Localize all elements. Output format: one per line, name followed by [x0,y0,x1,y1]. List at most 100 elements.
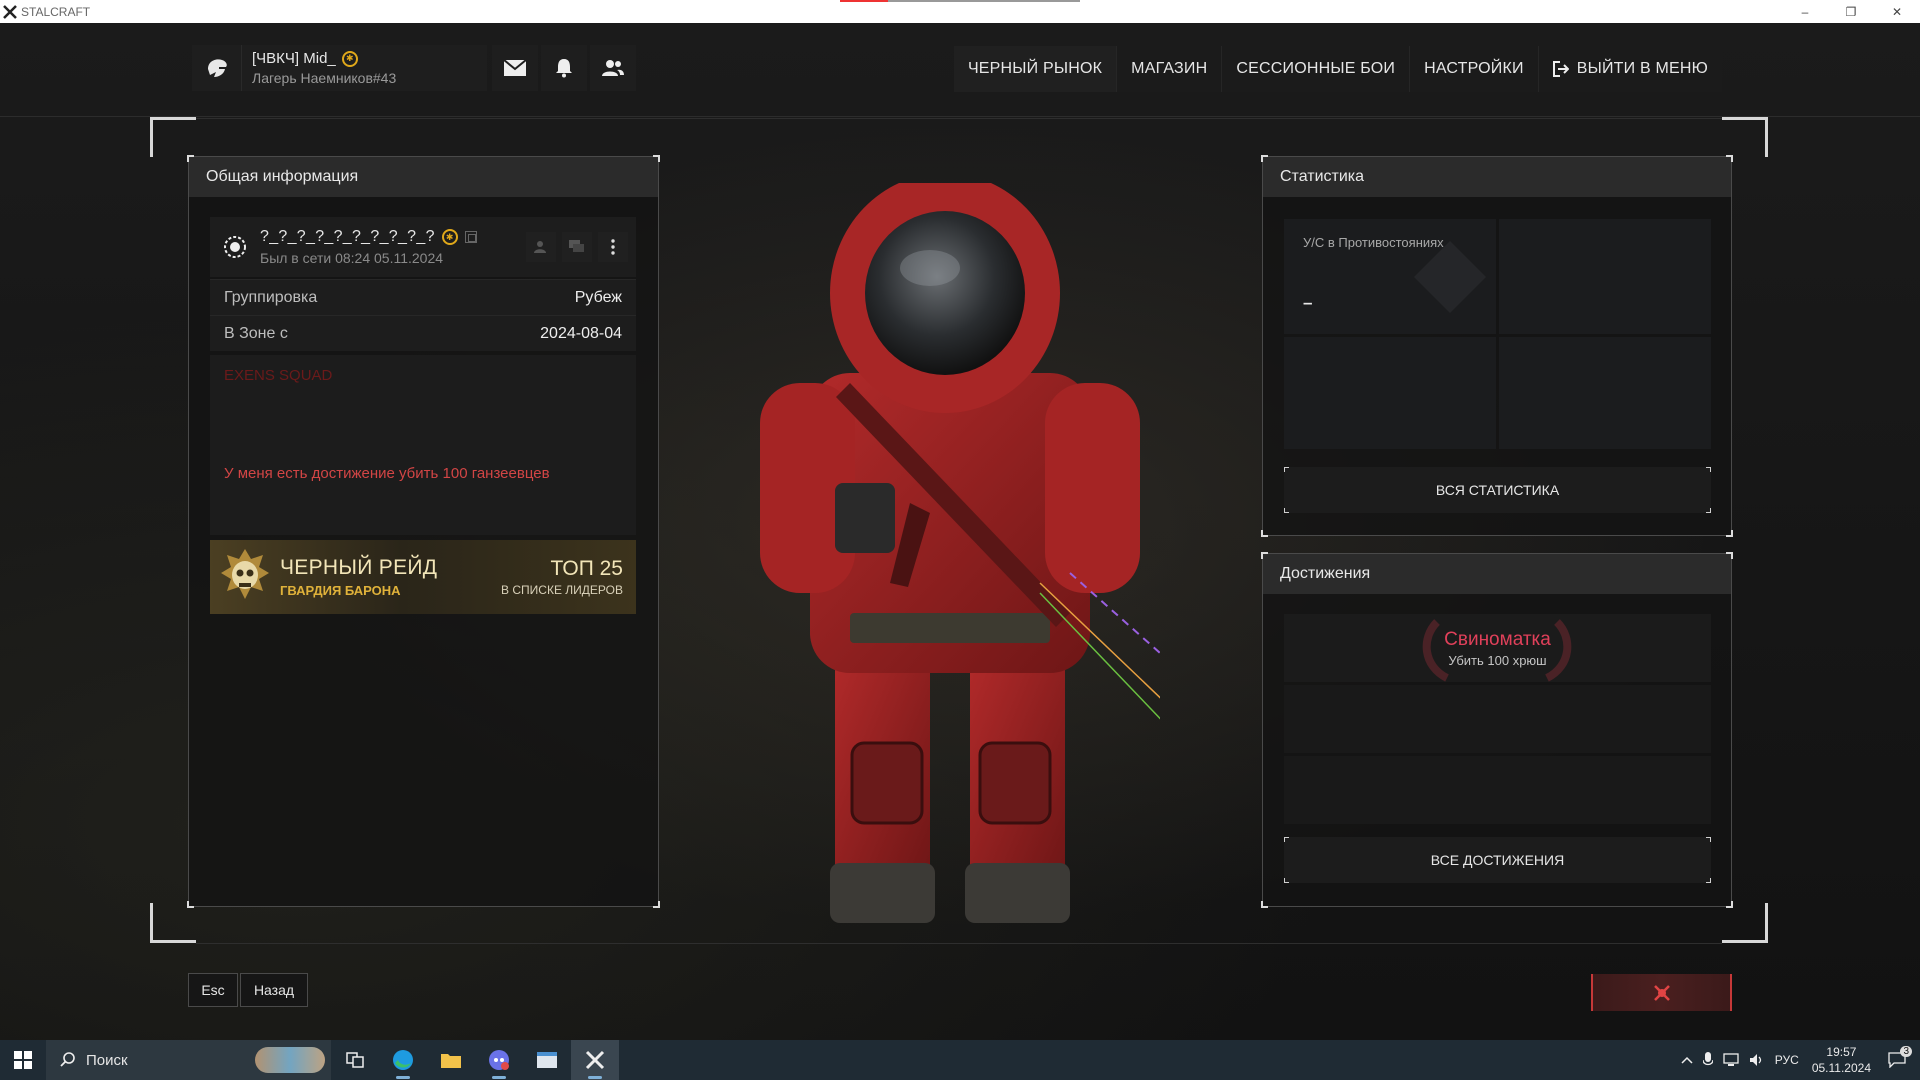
copy-icon[interactable] [464,231,477,243]
stat-cell-empty [1499,219,1711,334]
mail-icon [504,60,526,76]
faction-row: Группировка Рубеж [210,279,636,315]
faction-avatar-icon [192,45,242,91]
minimize-button[interactable]: – [1782,0,1828,23]
character-model [760,183,1160,923]
game-viewport: [ЧВКЧ] Mid_ ✱ Лагерь Наемников#43 ЧЕРНЫЙ… [0,23,1920,1040]
all-achievements-label: ВСЕ ДОСТИЖЕНИЯ [1430,852,1565,868]
nav-session-battles[interactable]: СЕССИОННЫЕ БОИ [1221,46,1409,92]
volume-icon[interactable] [1749,1053,1765,1067]
frame-bottom-line [196,943,1722,944]
stalcraft-logo-icon [3,4,17,19]
notifications-button[interactable] [541,45,587,91]
statistics-header: Статистика [1263,157,1731,197]
nav-exit-label: ВЫЙТИ В МЕНЮ [1576,60,1708,77]
taskbar-discord[interactable] [475,1040,523,1080]
notification-center-button[interactable]: 3 [1888,1046,1912,1068]
microphone-icon[interactable] [1702,1052,1713,1068]
all-statistics-button[interactable]: ВСЯ СТАТИСТИКА [1284,467,1711,513]
task-view-icon [346,1052,364,1068]
more-options-button[interactable] [598,232,628,262]
taskbar-search[interactable]: Поиск [46,1040,331,1080]
nav-shop[interactable]: МАГАЗИН [1116,46,1221,92]
friends-button[interactable] [590,45,636,91]
clock[interactable]: 19:57 05.11.2024 [1812,1044,1871,1076]
faction-label: Группировка [224,288,318,306]
close-button[interactable]: ✕ [1874,0,1920,23]
frame-top-line [196,118,1722,119]
esc-key-button[interactable]: Esc [188,973,238,1007]
profile-name: [ЧВКЧ] Mid_ [252,50,336,67]
frame-corner [150,117,196,157]
nav-settings[interactable]: НАСТРОЙКИ [1409,46,1538,92]
add-friend-icon [534,241,546,253]
restore-button[interactable]: ❐ [1828,0,1874,23]
bio-text: У меня есть достижение убить 100 ганзеев… [224,465,550,482]
search-highlight-image [255,1047,325,1073]
language-indicator[interactable]: РУС [1775,1053,1799,1067]
notification-count: 3 [1900,1046,1912,1057]
network-icon[interactable] [1723,1053,1739,1067]
profile-server: Лагерь Наемников#43 [252,70,397,86]
clock-date: 05.11.2024 [1811,1061,1871,1075]
chat-icon [569,240,584,252]
achievements-header: Достижения [1263,554,1731,594]
taskbar-explorer[interactable] [427,1040,475,1080]
all-achievements-button[interactable]: ВСЕ ДОСТИЖЕНИЯ [1284,837,1711,883]
raid-rank: ТОП 25 [550,557,623,580]
last-seen: Был в сети 08:24 05.11.2024 [260,250,444,266]
gold-badge-icon: ✱ [441,229,458,245]
friends-icon [602,60,624,76]
stats-grid: У/С в Противостояниях – [1284,219,1711,449]
bell-icon [556,59,572,78]
player-bio: EXENS SQUAD У меня есть достижение убить… [210,355,636,535]
nav-exit-to-menu[interactable]: ВЫЙТИ В МЕНЮ [1537,46,1722,92]
search-placeholder: Поиск [86,1051,128,1069]
discord-icon [489,1050,509,1070]
mail-button[interactable] [492,45,538,91]
frame-corner [1722,117,1768,157]
folder-icon [441,1054,461,1068]
achievement-slot-empty [1284,685,1711,753]
achievement-item[interactable]: Свиноматка Убить 100 хрюш [1284,614,1711,682]
frame-corner [150,903,196,943]
black-raid-banner[interactable]: ЧЕРНЫЙ РЕЙД ГВАРДИЯ БАРОНА ТОП 25 В СПИС… [210,540,636,614]
achievement-slot-empty [1284,756,1711,824]
taskbar-stalcraft[interactable] [571,1040,619,1080]
more-vertical-icon [611,239,615,255]
add-friend-button[interactable] [526,232,556,262]
chevron-up-icon[interactable] [1681,1056,1693,1064]
taskbar-edge[interactable] [379,1040,427,1080]
start-button[interactable] [0,1040,46,1080]
skull-crossbones-icon [1653,984,1670,1001]
edge-browser-icon [393,1050,413,1070]
player-row: ?_?_?_?_?_?_?_?_?_? ✱ Был в сети 08:24 0… [210,217,636,277]
statistics-panel: Статистика У/С в Противостояниях – ВСЯ С… [1261,155,1733,537]
achievement-title: Свиноматка [1444,629,1551,650]
raid-rank-sub: В СПИСКЕ ЛИДЕРОВ [501,583,623,597]
search-icon [60,1052,75,1067]
window-titlebar: STALCRAFT – ❐ ✕ [0,0,1920,23]
faction-value: Рубеж [574,288,622,306]
system-tray: РУС 19:57 05.11.2024 3 [1676,1040,1920,1080]
taskbar-app-window[interactable] [523,1040,571,1080]
kd-stat-cell[interactable]: У/С в Противостояниях – [1284,219,1496,334]
stat-cell-empty [1284,337,1496,449]
message-button[interactable] [562,232,592,262]
faction-emblem-icon [224,236,246,258]
general-info-panel: Общая информация ?_?_?_?_?_?_?_?_?_? ✱ Б… [187,155,660,908]
frame-corner [1722,903,1768,943]
task-view-button[interactable] [331,1040,379,1080]
gold-badge-icon: ✱ [341,50,358,67]
skull-emblem-icon [221,549,269,599]
back-button[interactable]: Назад [240,973,308,1007]
stat-cell-empty [1499,337,1711,449]
app-window-icon [537,1052,557,1068]
report-button[interactable] [1591,974,1732,1011]
kd-stat-value: – [1303,293,1313,312]
profile-card[interactable]: [ЧВКЧ] Mid_ ✱ Лагерь Наемников#43 [192,45,487,91]
nav-black-market[interactable]: ЧЕРНЫЙ РЫНОК [953,46,1117,92]
main-nav: ЧЕРНЫЙ РЫНОК МАГАЗИН СЕССИОННЫЕ БОИ НАСТ… [953,46,1722,92]
player-name: ?_?_?_?_?_?_?_?_?_? [260,228,435,245]
kd-stat-label: У/С в Противостояниях [1303,235,1444,250]
